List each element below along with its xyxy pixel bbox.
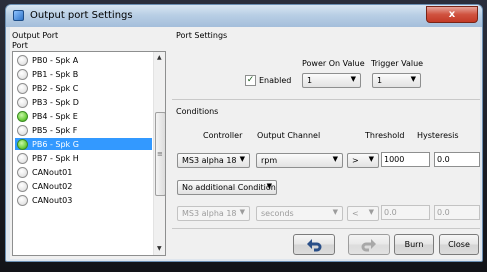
controller-select[interactable]: MS3 alpha 18 ▼ (177, 153, 250, 168)
undo-icon (307, 238, 322, 251)
port-settings-heading: Port Settings (176, 31, 228, 40)
output-channel-value: rpm (261, 156, 278, 165)
additional-condition-value: No additional Condition (182, 183, 276, 192)
list-item-label: PB5 - Spk F (32, 125, 78, 135)
port-status-radio (17, 68, 28, 80)
threshold-column-header: Threshold (365, 131, 405, 140)
hysteresis-column-header: Hysteresis (417, 131, 459, 140)
port-status-radio (17, 96, 28, 108)
list-item-label: PB6 - Spk G (32, 139, 79, 149)
port-status-radio (17, 152, 28, 164)
list-item-pb0[interactable]: PB0 - Spk A (15, 54, 152, 66)
chevron-down-icon: ▼ (239, 208, 245, 216)
list-item-pb1[interactable]: PB1 - Spk B (15, 68, 152, 80)
dialog-body: Output Port Port PB0 - Spk A PB1 - Spk B… (10, 27, 480, 259)
scroll-grip-icon: ≡ (157, 150, 163, 158)
output-port-heading: Output Port (12, 31, 59, 40)
operator-select-2[interactable]: < ▼ (347, 206, 379, 221)
port-status-radio (17, 124, 28, 136)
list-item-label: CANout01 (32, 167, 73, 177)
chevron-down-icon: ▼ (266, 182, 272, 190)
chevron-down-icon: ▼ (368, 208, 374, 216)
list-item-label: CANout03 (32, 195, 73, 205)
hysteresis-input-2[interactable]: 0.0 (434, 205, 480, 220)
power-on-value-select[interactable]: 1 ▼ (302, 73, 361, 88)
port-list-label: Port (12, 41, 28, 50)
undo-button[interactable] (293, 234, 335, 255)
scroll-down-arrow-icon[interactable]: ▼ (157, 245, 162, 252)
port-status-radio (17, 110, 28, 122)
settings-window: Output port Settings x Output Port Port … (5, 4, 483, 262)
controller-select-2[interactable]: MS3 alpha 18 ▼ (177, 206, 250, 221)
list-item-label: PB1 - Spk B (32, 69, 79, 79)
chevron-down-icon: ▼ (332, 155, 338, 163)
app-icon (13, 10, 24, 21)
operator-value-2: < (352, 209, 359, 218)
list-item-pb4[interactable]: PB4 - Spk E (15, 110, 152, 122)
chevron-down-icon: ▼ (368, 155, 374, 163)
threshold-input-2[interactable]: 0.0 (381, 205, 430, 220)
enabled-label: Enabled (259, 76, 292, 85)
list-item-canout02[interactable]: CANout02 (15, 180, 152, 192)
port-status-radio (17, 54, 28, 66)
output-channel-select-2[interactable]: seconds ▼ (256, 206, 343, 221)
list-item-pb2[interactable]: PB2 - Spk C (15, 82, 152, 94)
separator (172, 99, 480, 100)
operator-value: > (352, 156, 359, 165)
chevron-down-icon: ▼ (239, 155, 245, 163)
window-title: Output port Settings (30, 10, 133, 21)
additional-condition-select[interactable]: No additional Condition ▼ (177, 180, 277, 195)
list-item-pb5[interactable]: PB5 - Spk F (15, 124, 152, 136)
power-on-value-label: Power On Value (302, 59, 365, 68)
output-port-pane: Output Port Port PB0 - Spk A PB1 - Spk B… (10, 29, 170, 257)
output-channel-value-2: seconds (261, 209, 294, 218)
trigger-value-label: Trigger Value (371, 59, 424, 68)
port-list[interactable]: PB0 - Spk A PB1 - Spk B PB2 - Spk C PB3 … (12, 51, 166, 256)
port-status-radio (17, 82, 28, 94)
port-status-radio (17, 194, 28, 206)
list-item-label: PB3 - Spk D (32, 97, 79, 107)
controller-column-header: Controller (203, 131, 243, 140)
controller-value-2: MS3 alpha 18 (182, 209, 237, 218)
list-item-label: PB2 - Spk C (32, 83, 79, 93)
enabled-checkbox[interactable]: ✓ (245, 75, 256, 86)
separator (172, 228, 480, 229)
list-item-pb6[interactable]: PB6 - Spk G (15, 138, 152, 150)
trigger-value-select[interactable]: 1 ▼ (372, 73, 421, 88)
redo-button[interactable] (348, 234, 390, 255)
threshold-input[interactable]: 1000 (381, 152, 430, 167)
port-status-radio (17, 166, 28, 178)
conditions-heading: Conditions (176, 107, 219, 116)
list-item-pb7[interactable]: PB7 - Spk H (15, 152, 152, 164)
chevron-down-icon: ▼ (350, 75, 356, 83)
list-item-label: PB7 - Spk H (32, 153, 79, 163)
scroll-up-arrow-icon[interactable]: ▲ (157, 54, 162, 61)
port-status-radio (17, 180, 28, 192)
list-item-canout03[interactable]: CANout03 (15, 194, 152, 206)
trigger-value-text: 1 (377, 76, 383, 85)
close-button[interactable]: Close (439, 234, 479, 255)
list-item-canout01[interactable]: CANout01 (15, 166, 152, 178)
chevron-down-icon: ▼ (332, 208, 338, 216)
controller-value: MS3 alpha 18 (182, 156, 237, 165)
output-channel-select[interactable]: rpm ▼ (256, 153, 343, 168)
burn-button[interactable]: Burn (394, 234, 434, 255)
port-list-scrollbar[interactable]: ▲ ≡ ▼ (153, 52, 165, 255)
redo-icon (361, 238, 376, 251)
list-item-label: PB0 - Spk A (32, 55, 79, 65)
list-item-label: PB4 - Spk E (32, 111, 78, 121)
list-item-label: CANout02 (32, 181, 73, 191)
power-on-value-text: 1 (307, 76, 313, 85)
title-bar[interactable]: Output port Settings x (6, 5, 482, 27)
port-status-radio (17, 138, 28, 150)
chevron-down-icon: ▼ (410, 75, 416, 83)
list-item-pb3[interactable]: PB3 - Spk D (15, 96, 152, 108)
operator-select[interactable]: > ▼ (347, 153, 379, 168)
window-close-button[interactable]: x (426, 6, 478, 23)
output-channel-column-header: Output Channel (257, 131, 321, 140)
hysteresis-input[interactable]: 0.0 (434, 152, 480, 167)
